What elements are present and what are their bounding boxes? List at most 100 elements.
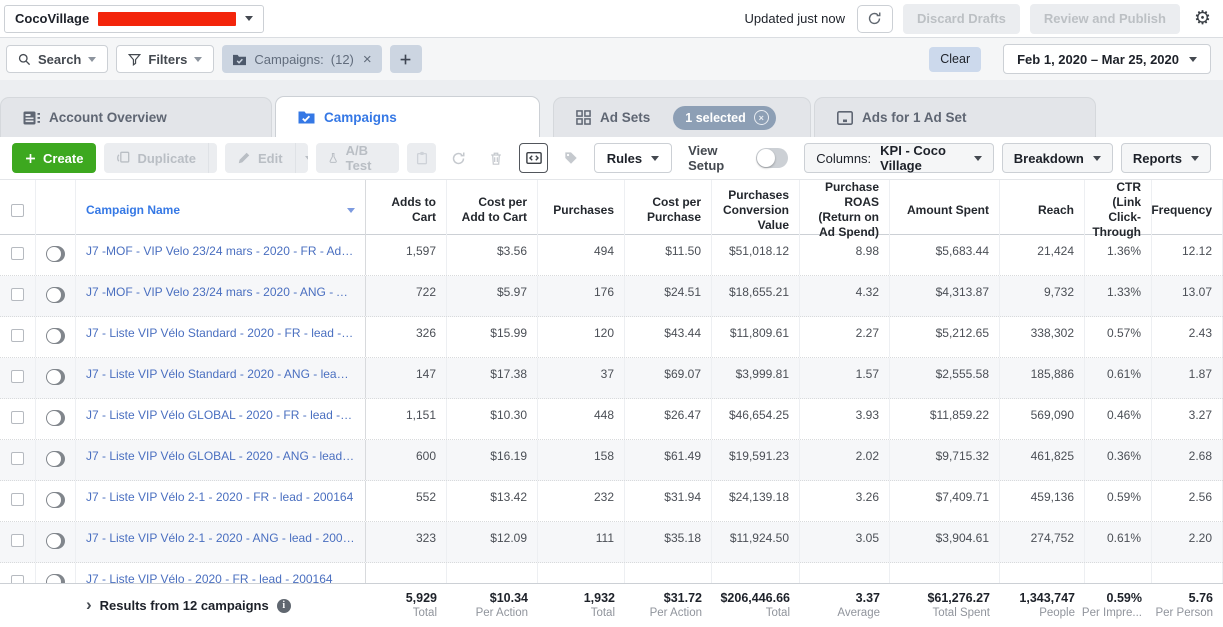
duplicate-button[interactable]: Duplicate xyxy=(104,143,217,173)
ab-test-button[interactable]: A/B Test xyxy=(316,143,399,173)
column-header[interactable]: CTR (Link Click-Through xyxy=(1085,180,1152,240)
metric-cell: 8.98 xyxy=(800,235,890,275)
column-header[interactable]: Frequency xyxy=(1152,180,1223,240)
column-header[interactable]: Cost per Purchase xyxy=(625,180,712,240)
metric-cell: 9,732 xyxy=(1000,276,1085,316)
add-filter-button[interactable] xyxy=(390,45,422,73)
column-header[interactable]: Reach xyxy=(1000,180,1085,240)
campaigns-filter-chip[interactable]: Campaigns: (12) × xyxy=(222,45,381,73)
filters-dropdown[interactable]: Filters xyxy=(116,45,214,73)
metric-cell: 722 xyxy=(366,276,447,316)
pin-button[interactable] xyxy=(407,143,436,173)
chevron-down-icon xyxy=(1189,57,1197,66)
tab-campaigns[interactable]: Campaigns xyxy=(275,96,540,137)
discard-drafts-button[interactable]: Discard Drafts xyxy=(903,4,1020,34)
row-checkbox[interactable] xyxy=(11,247,24,260)
campaign-toggle[interactable] xyxy=(46,533,65,549)
tab-label: Account Overview xyxy=(49,110,167,125)
table-row: J7 - Liste VIP Vélo Standard - 2020 - FR… xyxy=(0,317,1223,358)
total-label: Per Action xyxy=(476,606,528,620)
column-header[interactable]: Purchases xyxy=(538,180,625,240)
column-header-campaign-name[interactable]: Campaign Name xyxy=(76,180,366,240)
tab-ad-sets[interactable]: Ad Sets 1 selected × xyxy=(553,97,811,137)
search-dropdown[interactable]: Search xyxy=(6,45,108,73)
refresh-button[interactable] xyxy=(857,5,893,33)
columns-dropdown[interactable]: Columns: KPI - Coco Village xyxy=(804,143,994,173)
metric-cell: $26.47 xyxy=(625,399,712,439)
delete-button[interactable] xyxy=(481,143,510,173)
total-label: Total Spent xyxy=(932,606,990,620)
campaign-name-link[interactable]: J7 - Liste VIP Vélo Standard - 2020 - AN… xyxy=(86,367,355,381)
row-checkbox[interactable] xyxy=(11,288,24,301)
campaign-name-link[interactable]: J7 -MOF - VIP Velo 23/24 mars - 2020 - F… xyxy=(86,244,355,258)
campaign-name-cell: J7 - Liste VIP Vélo 2-1 - 2020 - ANG - l… xyxy=(76,522,366,562)
row-checkbox[interactable] xyxy=(11,329,24,342)
metric-cell: $11,924.50 xyxy=(712,522,800,562)
edit-dropdown[interactable] xyxy=(295,143,309,173)
row-checkbox[interactable] xyxy=(11,411,24,424)
refresh-icon xyxy=(867,11,882,26)
campaign-name-link[interactable]: J7 - Liste VIP Vélo 2-1 - 2020 - ANG - l… xyxy=(86,531,355,545)
duplicate-dropdown[interactable] xyxy=(208,143,217,173)
campaign-toggle[interactable] xyxy=(46,328,65,344)
column-header[interactable]: Purchase ROAS (Return on Ad Spend) xyxy=(800,180,890,240)
date-range-selector[interactable]: Feb 1, 2020 – Mar 25, 2020 xyxy=(1003,44,1211,74)
campaign-name-link[interactable]: J7 -MOF - VIP Velo 23/24 mars - 2020 - A… xyxy=(86,285,355,299)
expand-results-icon[interactable]: › xyxy=(86,595,92,615)
account-selector[interactable]: CocoVillage xyxy=(4,5,264,33)
metric-cell: 3.05 xyxy=(800,522,890,562)
create-button[interactable]: Create xyxy=(12,143,96,173)
redacted-account-id xyxy=(98,12,236,26)
rules-dropdown[interactable]: Rules xyxy=(594,143,672,173)
column-header[interactable]: Amount Spent xyxy=(890,180,1000,240)
tab-account-overview[interactable]: Account Overview xyxy=(0,97,272,137)
metric-cell: 600 xyxy=(366,440,447,480)
column-header[interactable]: Adds to Cart xyxy=(366,180,447,240)
clear-selection-icon[interactable]: × xyxy=(754,110,769,125)
tab-ads[interactable]: Ads for 1 Ad Set xyxy=(814,97,1096,137)
row-checkbox[interactable] xyxy=(11,452,24,465)
campaign-name-link[interactable]: J7 - Liste VIP Vélo GLOBAL - 2020 - ANG … xyxy=(86,449,355,463)
row-checkbox[interactable] xyxy=(11,493,24,506)
row-checkbox[interactable] xyxy=(11,370,24,383)
table-footer: › Results from 12 campaigns i 5,929Total… xyxy=(0,583,1223,627)
filter-bar: Search Filters Campaigns: (12) × Clear F… xyxy=(0,38,1223,80)
campaign-toggle[interactable] xyxy=(46,246,65,262)
remove-filter-icon[interactable]: × xyxy=(363,51,372,68)
campaign-toggle[interactable] xyxy=(46,287,65,303)
breakdown-dropdown[interactable]: Breakdown xyxy=(1002,143,1113,173)
metric-cell: $16.19 xyxy=(447,440,538,480)
campaign-name-link[interactable]: J7 - Liste VIP Vélo 2-1 - 2020 - FR - le… xyxy=(86,490,355,504)
select-all-checkbox[interactable] xyxy=(11,204,24,217)
metric-cell: 0.46% xyxy=(1085,399,1152,439)
metric-cell: 1,597 xyxy=(366,235,447,275)
ads-icon xyxy=(837,111,853,125)
select-all-checkbox-cell[interactable] xyxy=(0,180,36,240)
metric-cell: 147 xyxy=(366,358,447,398)
edit-button[interactable]: Edit xyxy=(225,143,308,173)
edit-placements-button[interactable] xyxy=(519,143,549,173)
metric-cell: 2.43 xyxy=(1152,317,1223,357)
review-publish-button[interactable]: Review and Publish xyxy=(1030,4,1180,34)
row-checkbox[interactable] xyxy=(11,534,24,547)
clear-button[interactable]: Clear xyxy=(929,47,981,72)
tags-button[interactable] xyxy=(556,143,585,173)
campaign-toggle[interactable] xyxy=(46,369,65,385)
row-checkbox-cell xyxy=(0,522,36,562)
view-setup-toggle[interactable] xyxy=(756,148,788,168)
metric-cell: $15.99 xyxy=(447,317,538,357)
history-button[interactable] xyxy=(444,143,473,173)
campaign-toggle[interactable] xyxy=(46,451,65,467)
metric-cell: 2.02 xyxy=(800,440,890,480)
column-header[interactable]: Purchases Conversion Value xyxy=(712,180,800,240)
campaign-name-link[interactable]: J7 - Liste VIP Vélo Standard - 2020 - FR… xyxy=(86,326,355,340)
info-icon[interactable]: i xyxy=(277,599,291,613)
total-cell: $10.34Per Action xyxy=(447,584,538,627)
column-header[interactable]: Cost per Add to Cart xyxy=(447,180,538,240)
metric-cell: $10.30 xyxy=(447,399,538,439)
campaign-name-link[interactable]: J7 - Liste VIP Vélo GLOBAL - 2020 - FR -… xyxy=(86,408,355,422)
campaign-toggle[interactable] xyxy=(46,410,65,426)
reports-dropdown[interactable]: Reports xyxy=(1121,143,1211,173)
campaign-toggle[interactable] xyxy=(46,492,65,508)
settings-gear-icon[interactable]: ⚙ xyxy=(1194,9,1211,28)
